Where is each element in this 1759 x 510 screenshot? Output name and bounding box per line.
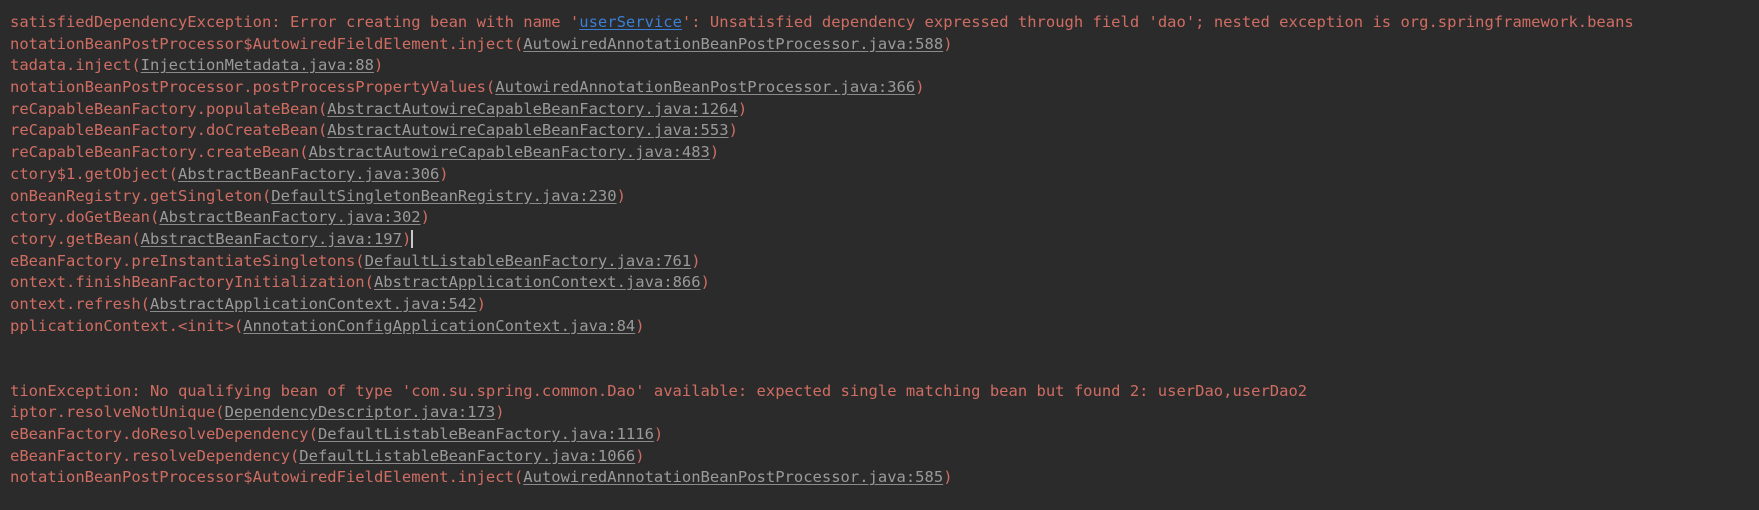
error-message-text: )	[616, 186, 626, 205]
stacktrace-line: ontext.refresh(AbstractApplicationContex…	[0, 294, 1759, 316]
stacktrace-line: ctory.getBean(AbstractBeanFactory.java:1…	[0, 229, 1759, 251]
error-message-text: )	[635, 316, 645, 335]
stacktrace-line: eBeanFactory.resolveDependency(DefaultLi…	[0, 446, 1759, 468]
stacktrace-line: iptor.resolveNotUnique(DependencyDescrip…	[0, 402, 1759, 424]
error-message-text: ctory$1.getObject(	[10, 164, 178, 183]
source-file-link[interactable]: AutowiredAnnotationBeanPostProcessor.jav…	[523, 468, 943, 486]
source-file-link[interactable]: AnnotationConfigApplicationContext.java:…	[243, 317, 635, 335]
stacktrace-line: notationBeanPostProcessor$AutowiredField…	[0, 467, 1759, 489]
error-message-text: eBeanFactory.preInstantiateSingletons(	[10, 251, 365, 270]
error-message-text: pplicationContext.<init>(	[10, 316, 244, 335]
error-message-text: )	[476, 294, 486, 313]
error-message-text: ': Unsatisfied dependency expressed thro…	[681, 13, 1634, 31]
source-file-link[interactable]: DefaultSingletonBeanRegistry.java:230	[271, 187, 616, 205]
stacktrace-line: eBeanFactory.preInstantiateSingletons(De…	[0, 251, 1759, 273]
error-message-text: '	[569, 13, 580, 31]
error-message-text: )	[653, 425, 664, 444]
error-message-text: iptor.resolveNotUnique(	[10, 403, 225, 422]
source-file-link[interactable]: InjectionMetadata.java:88	[141, 56, 374, 74]
stacktrace-line: notationBeanPostProcessor$AutowiredField…	[0, 34, 1759, 56]
error-message-text: reCapableBeanFactory.createBean(	[10, 143, 309, 162]
source-file-link[interactable]: DefaultListableBeanFactory.java:1116	[318, 425, 654, 443]
stacktrace-line: notationBeanPostProcessor.postProcessPro…	[0, 77, 1759, 99]
console-output-panel[interactable]: satisfiedDependencyException: Error crea…	[0, 0, 1759, 510]
error-message-text: notationBeanPostProcessor$AutowiredField…	[10, 34, 524, 53]
stacktrace-line: onBeanRegistry.getSingleton(DefaultSingl…	[0, 186, 1759, 208]
source-file-link[interactable]: AbstractApplicationContext.java:866	[374, 273, 701, 291]
stacktrace-line: tadata.inject(InjectionMetadata.java:88)	[0, 55, 1759, 77]
stacktrace-line: tionException: No qualifying bean of typ…	[0, 381, 1759, 403]
error-message-text: ontext.finishBeanFactoryInitialization(	[10, 273, 374, 292]
stacktrace-line: eBeanFactory.doResolveDependency(Default…	[0, 424, 1759, 446]
error-message-text: )	[728, 121, 738, 140]
source-file-link[interactable]: AbstractApplicationContext.java:542	[150, 295, 477, 313]
stacktrace-line: pplicationContext.<init>(AnnotationConfi…	[0, 316, 1759, 338]
stacktrace-blank-line	[0, 359, 1759, 381]
stacktrace-line: satisfiedDependencyException: Error crea…	[0, 12, 1759, 34]
error-message-text: )	[495, 403, 505, 422]
error-message-text: )	[691, 251, 701, 270]
source-file-link[interactable]: DefaultListableBeanFactory.java:761	[365, 252, 692, 270]
error-message-text: )	[915, 78, 925, 97]
error-message-text: )	[373, 56, 384, 75]
error-message-text: )	[700, 273, 710, 292]
bean-name-link[interactable]: userService	[579, 13, 682, 31]
error-message-text: eBeanFactory.doResolveDependency(	[10, 425, 318, 444]
source-file-link[interactable]: AutowiredAnnotationBeanPostProcessor.jav…	[495, 78, 915, 96]
error-message-text: reCapableBeanFactory.doCreateBean(	[10, 121, 328, 140]
source-file-link[interactable]: AbstractBeanFactory.java:306	[178, 165, 439, 183]
stacktrace-line: ontext.finishBeanFactoryInitialization(A…	[0, 272, 1759, 294]
error-message-text: )	[439, 164, 449, 183]
error-message-text: tionException: No qualifying bean of typ…	[10, 381, 1308, 400]
error-message-text: onBeanRegistry.getSingleton(	[10, 186, 272, 205]
stacktrace-line: reCapableBeanFactory.doCreateBean(Abstra…	[0, 120, 1759, 142]
error-message-text: )	[943, 34, 953, 53]
error-message-text: )	[420, 208, 430, 227]
stacktrace-blank-line	[0, 337, 1759, 359]
error-message-text: )	[709, 143, 720, 162]
stacktrace-line: ctory.doGetBean(AbstractBeanFactory.java…	[0, 207, 1759, 229]
stacktrace-line: ctory$1.getObject(AbstractBeanFactory.ja…	[0, 164, 1759, 186]
error-message-text: tadata.inject(	[10, 56, 141, 75]
text-caret	[411, 229, 414, 248]
error-message-text: )	[401, 229, 412, 248]
source-file-link[interactable]: AbstractBeanFactory.java:197	[141, 230, 402, 248]
source-file-link[interactable]: DefaultListableBeanFactory.java:1066	[299, 447, 635, 465]
source-file-link[interactable]: AutowiredAnnotationBeanPostProcessor.jav…	[523, 35, 943, 53]
error-message-text: ctory.doGetBean(	[10, 208, 160, 227]
error-message-text: ctory.getBean(	[10, 229, 141, 248]
error-message-text: notationBeanPostProcessor$AutowiredField…	[10, 468, 524, 487]
error-message-text: ontext.refresh(	[10, 294, 150, 313]
stacktrace-line: reCapableBeanFactory.createBean(Abstract…	[0, 142, 1759, 164]
source-file-link[interactable]: AbstractAutowireCapableBeanFactory.java:…	[327, 121, 728, 139]
error-message-text: )	[737, 99, 748, 118]
error-message-text: satisfiedDependencyException: Error crea…	[10, 13, 570, 31]
error-message-text: eBeanFactory.resolveDependency(	[10, 446, 300, 465]
error-message-text: notationBeanPostProcessor.postProcessPro…	[10, 78, 496, 97]
source-file-link[interactable]: DependencyDescriptor.java:173	[225, 403, 496, 421]
source-file-link[interactable]: AbstractAutowireCapableBeanFactory.java:…	[309, 143, 710, 161]
stacktrace-line: reCapableBeanFactory.populateBean(Abstra…	[0, 99, 1759, 121]
source-file-link[interactable]: AbstractBeanFactory.java:302	[159, 208, 420, 226]
error-message-text: )	[635, 446, 645, 465]
error-message-text: )	[943, 468, 953, 487]
error-message-text: reCapableBeanFactory.populateBean(	[10, 99, 328, 118]
source-file-link[interactable]: AbstractAutowireCapableBeanFactory.java:…	[327, 100, 738, 118]
